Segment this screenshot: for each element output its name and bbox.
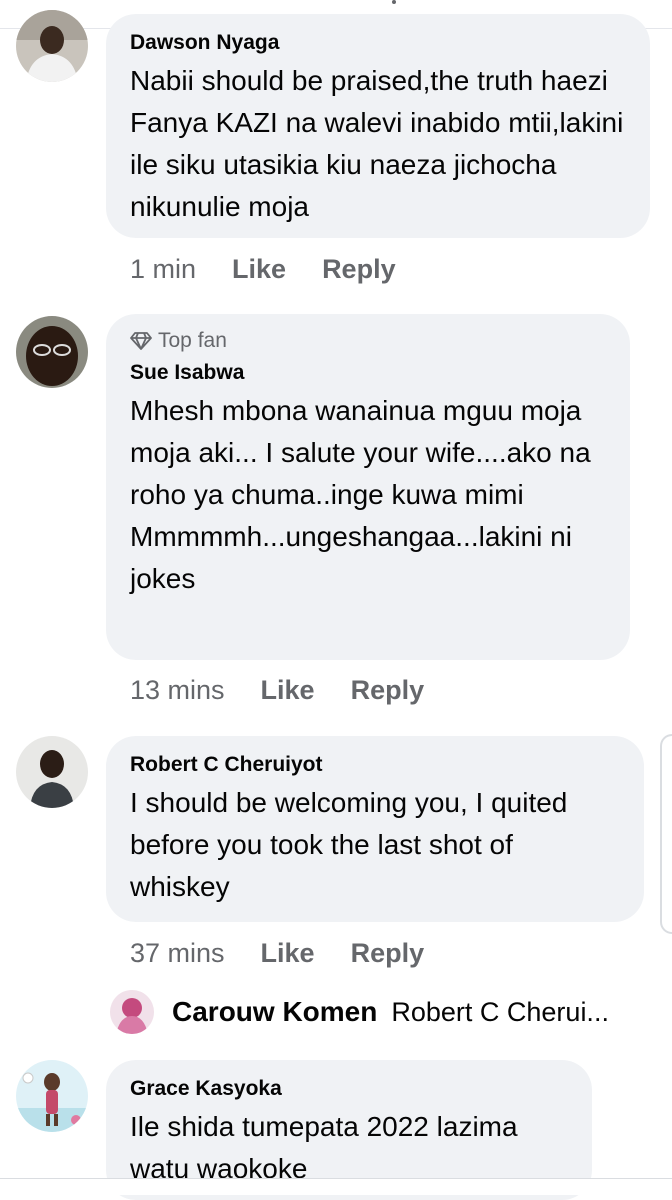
comment-author[interactable]: Dawson Nyaga [130, 30, 626, 56]
comment-actions: 37 mins Like Reply [130, 938, 460, 969]
reply-button[interactable]: Reply [322, 254, 396, 285]
comment-author[interactable]: Grace Kasyoka [130, 1076, 568, 1102]
comment-bubble[interactable]: Dawson Nyaga Nabii should be praised,the… [106, 14, 650, 238]
comment-bubble[interactable]: Robert C Cheruiyot I should be welcoming… [106, 736, 644, 922]
comment-text: I should be welcoming you, I quited befo… [130, 787, 568, 902]
side-panel-edge [660, 734, 672, 934]
avatar-sue-isabwa[interactable] [16, 316, 88, 388]
avatar-robert-c-cheruiyot[interactable] [16, 736, 88, 808]
comment-author[interactable]: Robert C Cheruiyot [130, 752, 620, 778]
comment-actions: 13 mins Like Reply [130, 675, 460, 706]
diamond-icon [130, 332, 152, 350]
reply-author[interactable]: Carouw Komen [172, 996, 377, 1028]
avatar-carouw-komen [110, 990, 154, 1034]
reply-button[interactable]: Reply [351, 938, 425, 969]
avatar-dawson-nyaga[interactable] [16, 10, 88, 82]
comment-time: 1 min [130, 254, 197, 284]
comment-time: 37 mins [130, 938, 225, 968]
comment-text: Nabii should be praised,the truth haezi … [130, 65, 624, 222]
comment-time: 13 mins [130, 675, 225, 705]
reply-button[interactable]: Reply [351, 675, 425, 706]
comment-bubble[interactable]: Top fan Sue Isabwa Mhesh mbona wanainua … [106, 314, 630, 660]
like-button[interactable]: Like [261, 938, 315, 969]
like-button[interactable]: Like [261, 675, 315, 706]
comment-actions: 1 min Like Reply [130, 254, 432, 285]
avatar-grace-kasyoka[interactable] [16, 1060, 88, 1132]
like-button[interactable]: Like [232, 254, 286, 285]
badge-label: Top fan [158, 329, 227, 352]
top-fan-badge: Top fan [130, 328, 606, 354]
comment-author[interactable]: Sue Isabwa [130, 360, 606, 386]
comment-text: Mhesh mbona wanainua mguu moja moja aki.… [130, 395, 591, 594]
reply-preview[interactable]: Carouw Komen Robert C Cherui... [110, 990, 609, 1034]
reply-text: Robert C Cherui... [391, 996, 609, 1027]
top-indicator [392, 0, 396, 4]
bottom-bar [0, 1178, 672, 1195]
